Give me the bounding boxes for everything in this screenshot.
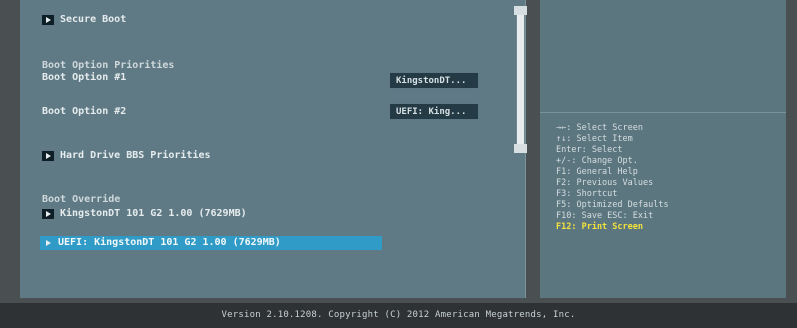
override-1-label: KingstonDT 101 G2 1.00 (7629MB) bbox=[60, 208, 247, 219]
help-line: F2: Previous Values bbox=[556, 178, 654, 188]
submenu-arrow-icon bbox=[42, 15, 54, 25]
help-line: F1: General Help bbox=[556, 167, 638, 177]
help-line: F10: Save ESC: Exit bbox=[556, 211, 654, 221]
scroll-down-icon[interactable] bbox=[514, 144, 527, 153]
copyright-text: Version 2.10.1208. Copyright (C) 2012 Am… bbox=[221, 310, 576, 320]
boot-priorities-heading: Boot Option Priorities bbox=[42, 60, 175, 71]
boot-option-2-label: Boot Option #2 bbox=[42, 106, 127, 117]
help-line: →←: Select Screen bbox=[556, 123, 643, 133]
help-line: F3: Shortcut bbox=[556, 189, 618, 199]
override-item-2-selected[interactable]: UEFI: KingstonDT 101 G2 1.00 (7629MB) bbox=[40, 236, 382, 250]
help-divider bbox=[540, 112, 786, 113]
submenu-arrow-icon bbox=[42, 151, 54, 161]
submenu-arrow-icon bbox=[42, 209, 54, 219]
boot-option-1-label: Boot Option #1 bbox=[42, 72, 127, 83]
scroll-up-icon[interactable] bbox=[514, 6, 527, 15]
scrollbar-thumb[interactable] bbox=[517, 12, 524, 144]
submenu-arrow-icon bbox=[42, 238, 54, 248]
boot-override-heading: Boot Override bbox=[42, 194, 121, 205]
help-line-print-screen: F12: Print Screen bbox=[556, 222, 643, 232]
help-line: ↑↓: Select Item bbox=[556, 134, 633, 144]
help-line: F5: Optimized Defaults bbox=[556, 200, 669, 210]
secure-boot-label: Secure Boot bbox=[60, 14, 127, 25]
footer-bar: Version 2.10.1208. Copyright (C) 2012 Am… bbox=[0, 303, 797, 328]
settings-pane bbox=[20, 0, 526, 298]
help-line: +/-: Change Opt. bbox=[556, 156, 638, 166]
boot-option-1-value[interactable]: KingstonDT... bbox=[389, 72, 479, 89]
hdd-bbs-label: Hard Drive BBS Priorities bbox=[60, 150, 211, 161]
boot-option-2-value[interactable]: UEFI: King... bbox=[389, 103, 479, 120]
help-line: Enter: Select bbox=[556, 145, 623, 155]
override-2-label: UEFI: KingstonDT 101 G2 1.00 (7629MB) bbox=[58, 237, 281, 248]
